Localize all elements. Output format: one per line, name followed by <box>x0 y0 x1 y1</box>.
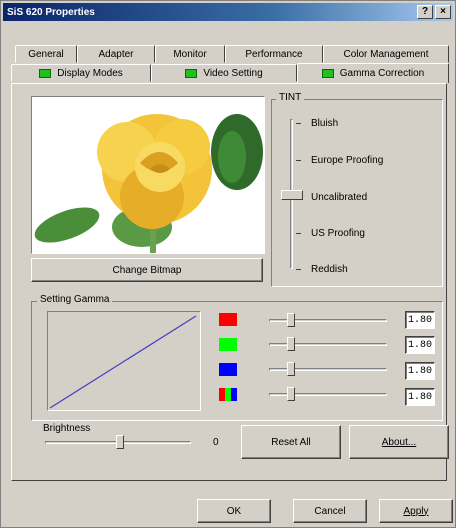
cancel-button[interactable]: Cancel <box>293 499 367 523</box>
tint-option-europe-proofing[interactable]: Europe Proofing <box>311 155 383 166</box>
close-button[interactable]: × <box>435 5 451 19</box>
tint-option-reddish[interactable]: Reddish <box>311 264 348 275</box>
tab-gamma-correction-label: Gamma Correction <box>339 68 425 79</box>
display-modes-icon <box>39 68 52 78</box>
tab-monitor[interactable]: Monitor <box>155 45 225 63</box>
tab-video-setting-label: Video Setting <box>203 67 263 79</box>
tint-option-bluish[interactable]: Bluish <box>311 118 338 129</box>
brightness-label: Brightness <box>43 423 91 434</box>
rgb-gamma-value[interactable]: 1.80 <box>405 388 435 406</box>
tint-option-uncalibrated[interactable]: Uncalibrated <box>311 192 367 203</box>
red-gamma-slider-thumb[interactable] <box>287 313 295 327</box>
video-setting-icon <box>185 68 198 78</box>
blue-gamma-value[interactable]: 1.80 <box>405 362 435 380</box>
red-gamma-value[interactable]: 1.80 <box>405 311 435 329</box>
tint-slider-thumb[interactable] <box>281 190 303 200</box>
tint-tick <box>296 160 301 161</box>
tab-adapter[interactable]: Adapter <box>77 45 155 63</box>
green-gamma-slider-thumb[interactable] <box>287 337 295 351</box>
window-title: SiS 620 Properties <box>7 6 95 18</box>
help-button[interactable]: ? <box>417 5 433 19</box>
gamma-correction-icon <box>321 69 334 78</box>
rose-image <box>34 114 263 253</box>
about-button[interactable]: About... <box>349 425 449 459</box>
tint-option-us-proofing[interactable]: US Proofing <box>311 228 365 239</box>
blue-gamma-slider-thumb[interactable] <box>287 362 295 376</box>
tint-tick <box>296 123 301 124</box>
tint-group-label: TINT <box>276 92 305 103</box>
reset-all-button[interactable]: Reset All <box>241 425 341 459</box>
ok-button[interactable]: OK <box>197 499 271 523</box>
rgb-gamma-slider-thumb[interactable] <box>287 387 295 401</box>
tab-general[interactable]: General <box>15 45 77 63</box>
tab-color-management[interactable]: Color Management <box>323 45 449 63</box>
title-bar[interactable]: SiS 620 Properties ? × <box>3 3 453 21</box>
blue-channel-swatch <box>219 363 237 376</box>
gamma-curve-graph <box>47 311 201 411</box>
brightness-value: 0 <box>213 437 219 448</box>
tab-display-modes-label: Display Modes <box>57 67 123 79</box>
green-channel-swatch <box>219 338 237 351</box>
tint-tick <box>296 233 301 234</box>
rgb-channel-swatch <box>219 388 237 401</box>
setting-gamma-label: Setting Gamma <box>37 294 113 305</box>
properties-dialog: SiS 620 Properties ? × General Adapter M… <box>0 0 456 528</box>
tint-tick <box>296 269 301 270</box>
preview-image <box>31 96 265 254</box>
tab-performance[interactable]: Performance <box>225 45 323 63</box>
apply-button[interactable]: Apply <box>379 499 453 523</box>
green-gamma-value[interactable]: 1.80 <box>405 336 435 354</box>
brightness-slider-thumb[interactable] <box>116 435 124 449</box>
tab-display-modes[interactable]: Display Modes <box>11 64 151 82</box>
tab-gamma-correction[interactable]: Gamma Correction <box>297 63 449 83</box>
change-bitmap-button[interactable]: Change Bitmap <box>31 258 263 282</box>
red-channel-swatch <box>219 313 237 326</box>
gamma-curve <box>49 315 197 409</box>
tab-video-setting[interactable]: Video Setting <box>151 64 297 82</box>
